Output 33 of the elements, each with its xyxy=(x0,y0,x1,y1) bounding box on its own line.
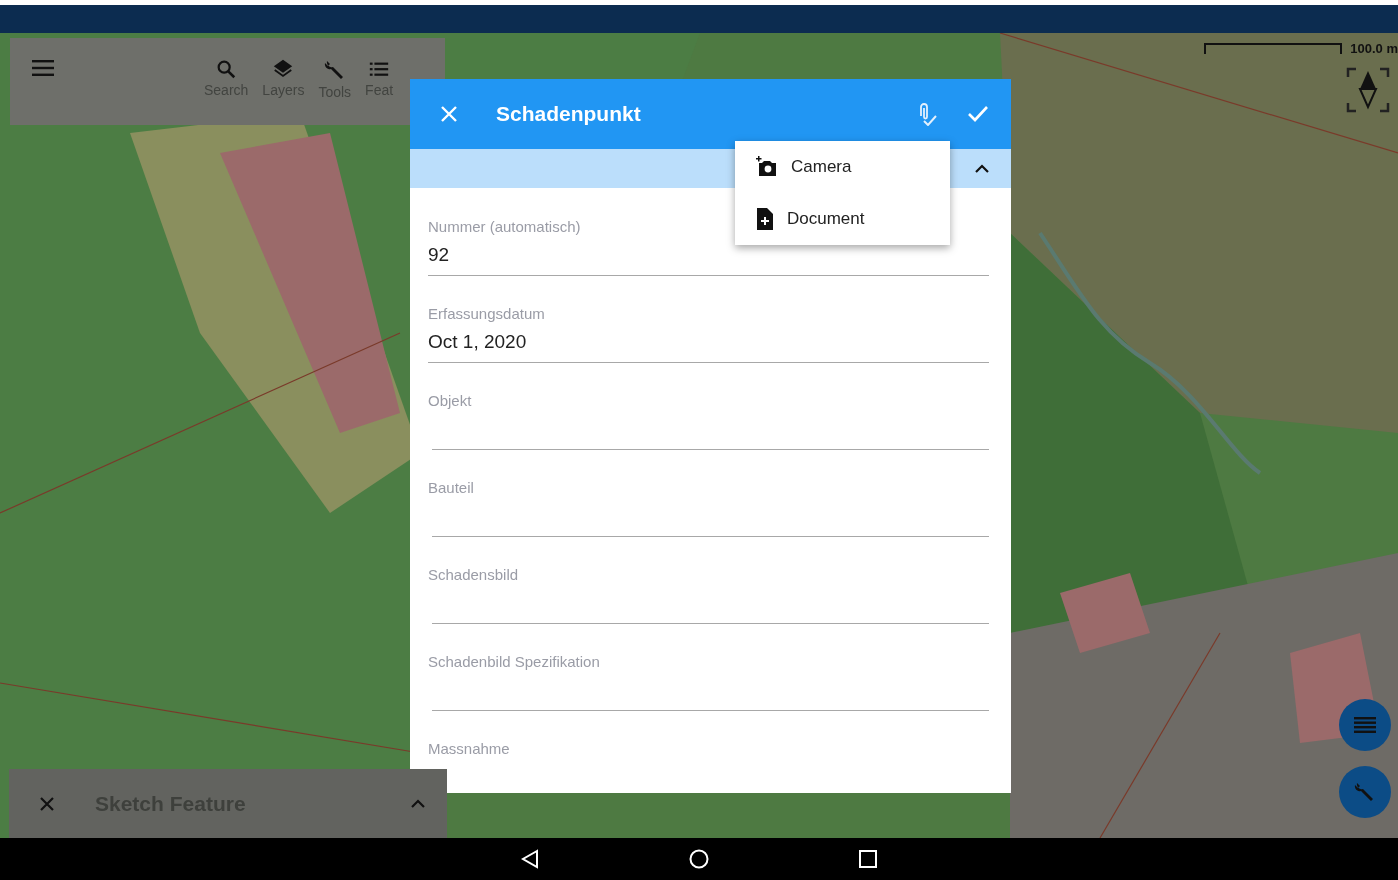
recents-icon[interactable] xyxy=(859,850,877,868)
close-icon xyxy=(39,795,55,812)
home-icon[interactable] xyxy=(689,849,709,869)
field-label: Schadensbild xyxy=(428,566,519,583)
field-label: Massnahme xyxy=(428,740,510,757)
search-icon xyxy=(215,58,238,80)
menu-button[interactable] xyxy=(32,60,54,76)
scale-label: 100.0 m xyxy=(1350,41,1398,56)
field-label: Objekt xyxy=(428,392,472,409)
chevron-up-icon xyxy=(411,799,425,808)
compass-icon[interactable] xyxy=(1346,67,1390,113)
field-label: Bauteil xyxy=(428,479,474,496)
field-label: Nummer (automatisch) xyxy=(428,218,581,235)
list-icon xyxy=(1354,717,1376,733)
menu-item[interactable]: Document xyxy=(735,193,950,245)
field-label: Erfassungsdatum xyxy=(428,305,545,322)
close-icon xyxy=(440,105,458,123)
text-field[interactable]: Oct 1, 2020 xyxy=(428,330,989,354)
text-field[interactable]: 92 xyxy=(428,243,989,267)
layers-icon xyxy=(272,58,295,80)
document-add-icon xyxy=(755,207,775,231)
collapse-button[interactable] xyxy=(975,164,989,173)
camera-add-icon xyxy=(755,155,779,179)
save-button[interactable] xyxy=(967,105,989,123)
menu-icon xyxy=(32,60,54,76)
menu-item[interactable]: Camera xyxy=(735,141,950,193)
close-button[interactable] xyxy=(39,795,55,812)
field-label: Schadenbild Spezifikation xyxy=(428,653,600,670)
back-icon[interactable] xyxy=(521,849,539,869)
expand-button[interactable] xyxy=(411,799,425,808)
checkmark-icon xyxy=(967,105,989,123)
dialog-title: Schadenpunkt xyxy=(496,102,642,126)
chevron-up-icon xyxy=(975,164,989,173)
